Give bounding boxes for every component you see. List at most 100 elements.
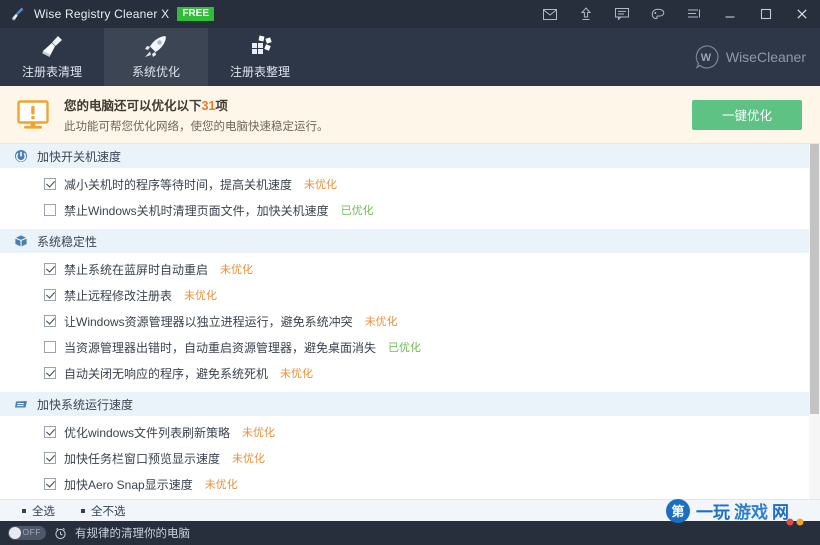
section-items: 优化windows文件列表刷新策略 未优化 加快任务栏窗口预览显示速度 未优化 加快Ae… [0,416,809,499]
minimize-icon[interactable] [712,0,748,28]
item-checkbox[interactable] [44,289,56,301]
select-all-label: 全选 [32,505,55,518]
item-label: 自动关闭无响应的程序，避免系统死机 [64,366,269,381]
item-label: 减小关机时的程序等待时间，提高关机速度 [64,177,293,192]
tab-label: 注册表清理 [21,65,82,79]
item-checkbox[interactable] [44,452,56,464]
wisecleaner-w-icon: W [695,45,719,70]
title-bar: Wise Registry Cleaner X FREE [0,0,820,28]
alarm-clock-icon [55,527,66,540]
item-label: 禁止远程修改注册表 [64,288,173,303]
svg-text:网: 网 [772,503,789,522]
tab-label: 注册表整理 [229,65,290,79]
item-label: 禁止Windows关机时清理页面文件，加快关机速度 [64,203,329,218]
optimization-item[interactable]: 优化windows文件列表刷新策略 未优化 [0,419,809,445]
theme-icon[interactable] [640,0,676,28]
section-items: 禁止系统在蓝屏时自动重启 未优化 禁止远程修改注册表 未优化 让Windows资源管理器… [0,253,809,392]
item-checkbox[interactable] [44,263,56,275]
scrollbar-thumb[interactable] [810,144,819,414]
monitor-alert-icon [17,99,49,129]
item-checkbox[interactable] [44,315,56,327]
power-icon [14,149,28,163]
optimization-item[interactable]: 当资源管理器出错时，自动重启资源管理器，避免桌面消失 已优化 [0,334,809,360]
item-label: 禁止系统在蓝屏时自动重启 [64,262,209,277]
select-all-link[interactable]: 全选 [22,503,55,519]
item-checkbox[interactable] [44,204,56,216]
broom-icon [42,36,62,57]
application-window: Wise Registry Cleaner X FREE 注册表清理 系统优化 … [0,0,820,545]
optimization-item[interactable]: 让Windows资源管理器以独立进程运行，避免系统冲突 未优化 [0,308,809,334]
section-header: 加快开关机速度 [0,144,809,168]
broom-logo-icon [12,7,24,21]
item-checkbox[interactable] [44,178,56,190]
optimization-item[interactable]: 禁止远程修改注册表 未优化 [0,282,809,308]
schedule-toggle[interactable]: OFF [8,526,46,540]
item-status-badge: 未优化 [242,427,276,439]
item-status-badge: 未优化 [280,368,314,380]
select-none-label: 全不选 [91,505,126,518]
item-status-badge: 未优化 [232,453,266,465]
optimization-item[interactable]: 加快任务栏窗口预览显示速度 未优化 [0,445,809,471]
feedback-icon[interactable] [604,0,640,28]
banner-count: 31 [201,99,216,113]
item-label: 加快任务栏窗口预览显示速度 [64,451,221,466]
item-checkbox[interactable] [44,426,56,438]
toggle-state-label: OFF [22,527,41,537]
banner-subtitle: 此功能可帮您优化网络，使您的电脑快速稳定运行。 [64,121,329,133]
item-label: 当资源管理器出错时，自动重启资源管理器，避免桌面消失 [64,340,377,355]
optimization-item[interactable]: 自动关闭无响应的程序，避免系统死机 未优化 [0,360,809,386]
optimization-list: 加快开关机速度 减小关机时的程序等待时间，提高关机速度 未优化 禁止Windows关机… [0,144,820,499]
optimization-item[interactable]: 禁止Windows关机时清理页面文件，加快关机速度 已优化 [0,197,809,223]
brand-logo: W WiseCleaner [693,44,806,70]
item-label: 优化windows文件列表刷新策略 [64,425,231,440]
one-click-optimize-button[interactable]: 一键优化 [692,99,802,130]
toggle-knob [9,527,21,539]
section-title: 加快系统运行速度 [37,397,134,412]
upgrade-icon[interactable] [568,0,604,28]
status-bar: OFF 有规律的清理你的电脑 [0,521,820,545]
title-bar-icons [532,0,820,28]
optimization-item[interactable]: 减小关机时的程序等待时间，提高关机速度 未优化 [0,171,809,197]
banner-title-prefix: 您的电脑还可以优化以下 [64,99,202,113]
optimization-item[interactable]: 禁止系统在蓝屏时自动重启 未优化 [0,256,809,282]
tab-registry-defrag[interactable]: 注册表整理 [208,28,312,86]
main-navigation: 注册表清理 系统优化 注册表整理 W WiseCleaner [0,28,820,86]
free-badge: FREE [177,7,214,21]
item-checkbox[interactable] [44,367,56,379]
item-status-badge: 未优化 [184,290,218,302]
select-none-link[interactable]: 全不选 [81,503,126,519]
bullet-icon [81,508,85,513]
tab-registry-cleaner[interactable]: 注册表清理 [0,28,104,86]
mail-icon[interactable] [532,0,568,28]
brand-text: WiseCleaner [725,49,806,65]
banner-title-suffix: 项 [215,99,228,113]
item-status-badge: 未优化 [204,479,238,491]
tab-label: 系统优化 [131,65,180,79]
close-icon[interactable] [784,0,820,28]
section-title: 加快开关机速度 [37,149,122,164]
item-status-badge: 未优化 [220,264,254,276]
section-items: 减小关机时的程序等待时间，提高关机速度 未优化 禁止Windows关机时清理页面文件… [0,168,809,229]
item-checkbox[interactable] [44,478,56,490]
banner-title: 您的电脑还可以优化以下31项 [64,95,329,114]
menu-icon[interactable] [676,0,712,28]
vertical-scrollbar[interactable] [809,144,820,499]
item-status-badge: 未优化 [364,316,398,328]
item-label: 让Windows资源管理器以独立进程运行，避免系统冲突 [64,314,353,329]
tab-system-optimize[interactable]: 系统优化 [104,28,208,86]
rocket-icon [145,36,166,57]
item-status-badge: 已优化 [388,342,422,354]
optimization-scroll-area: 加快开关机速度 减小关机时的程序等待时间，提高关机速度 未优化 禁止Windows关机… [0,144,809,499]
svg-text:W: W [701,52,712,64]
item-status-badge: 已优化 [340,205,374,217]
optimization-item[interactable]: 加快Aero Snap显示速度 未优化 [0,471,809,497]
section-header: 加快系统运行速度 [0,392,809,416]
item-status-badge: 未优化 [304,179,338,191]
svg-text:一玩: 一玩 [696,503,730,522]
item-checkbox[interactable] [44,341,56,353]
app-title: Wise Registry Cleaner X [34,7,170,21]
optimization-banner: 您的电脑还可以优化以下31项 此功能可帮您优化网络，使您的电脑快速稳定运行。 一… [0,86,820,144]
maximize-icon[interactable] [748,0,784,28]
item-label: 加快Aero Snap显示速度 [64,477,193,492]
bullet-icon [22,508,26,513]
